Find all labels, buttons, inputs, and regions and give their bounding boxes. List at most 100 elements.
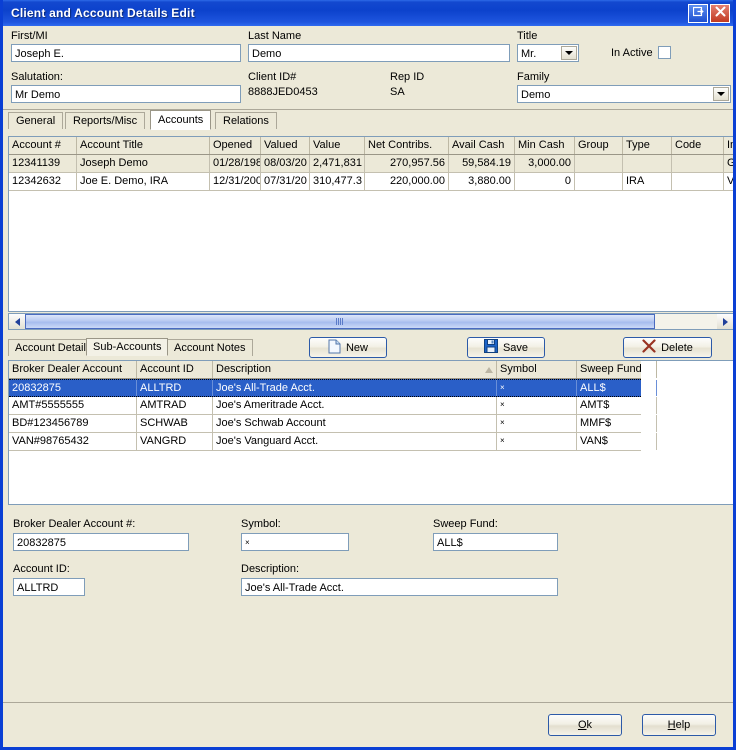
column-header[interactable]: Inv (724, 137, 734, 154)
list-item[interactable]: BD#123456789SCHWABJoe's Schwab Account×M… (9, 415, 641, 433)
table-cell: 08/03/20 (261, 155, 310, 172)
last-name-input[interactable]: Demo (248, 44, 510, 62)
list-item-cell: Joe's Ameritrade Acct. (213, 397, 497, 414)
client-id-value: 8888JED0453 (248, 86, 318, 98)
column-header[interactable]: Valued (261, 137, 310, 154)
table-cell: 12341139 (9, 155, 77, 172)
help-button[interactable]: Help (642, 714, 716, 736)
table-row[interactable]: 12341139Joseph Demo01/28/19808/03/202,47… (9, 155, 733, 173)
in-active-checkbox[interactable] (658, 46, 671, 59)
list-item-cell: ALL$ (577, 380, 657, 396)
list-item-cell: SCHWAB (137, 415, 213, 432)
list-item-cell: × (497, 380, 577, 396)
salutation-input[interactable]: Mr Demo (11, 85, 241, 103)
subaccounts-grid[interactable]: Broker Dealer AccountAccount IDDescripti… (8, 360, 734, 505)
table-cell: 12/31/200 (210, 173, 261, 190)
list-item[interactable]: 20832875ALLTRDJoe's All-Trade Acct.×ALL$ (9, 379, 641, 397)
tab-label: Relations (223, 115, 269, 127)
tab-accounts[interactable]: Accounts (150, 110, 211, 130)
ok-button[interactable]: Ok (548, 714, 622, 736)
column-header[interactable]: Min Cash (515, 137, 575, 154)
subtab-sub-accounts[interactable]: Sub-Accounts (86, 338, 168, 356)
column-header[interactable]: Net Contribs. (365, 137, 449, 154)
table-cell (575, 173, 623, 190)
account-id-input[interactable]: ALLTRD (13, 578, 85, 596)
chevron-down-icon[interactable] (713, 87, 729, 101)
list-item-cell: MMF$ (577, 415, 657, 432)
family-dropdown-value: Demo (521, 89, 550, 101)
restore-button[interactable] (688, 4, 708, 23)
column-header[interactable]: Sweep Fund (577, 361, 657, 378)
salutation-label: Salutation: (11, 71, 63, 83)
table-cell: VAL (724, 173, 734, 190)
list-item[interactable]: VAN#98765432VANGRDJoe's Vanguard Acct.×V… (9, 433, 641, 451)
list-item-cell: Joe's Schwab Account (213, 415, 497, 432)
last-name-label: Last Name (248, 30, 301, 42)
description-input[interactable]: Joe's All-Trade Acct. (241, 578, 558, 596)
tab-label: Accounts (158, 114, 203, 126)
first-mi-input[interactable]: Joseph E. (11, 44, 241, 62)
first-mi-label: First/MI (11, 30, 48, 42)
save-button[interactable]: Save (467, 337, 545, 358)
client-header-form: First/MI Joseph E. Last Name Demo Title … (3, 26, 733, 110)
column-header[interactable]: Group (575, 137, 623, 154)
title-dropdown[interactable]: Mr. (517, 44, 579, 62)
column-header[interactable]: Avail Cash (449, 137, 515, 154)
table-cell: 12342632 (9, 173, 77, 190)
column-header[interactable]: Account ID (137, 361, 213, 378)
title-bar: Client and Account Details Edit (3, 0, 733, 26)
scrollbar-track[interactable] (25, 314, 717, 329)
symbol-input[interactable]: × (241, 533, 349, 551)
list-item-cell: Joe's All-Trade Acct. (213, 380, 497, 396)
bd-account-input[interactable]: 20832875 (13, 533, 189, 551)
list-item-cell: 20832875 (9, 380, 137, 396)
subtab-account-notes[interactable]: Account Notes (167, 339, 253, 356)
accounts-grid-hscrollbar[interactable] (8, 313, 734, 330)
list-item-cell: VAN#98765432 (9, 433, 137, 450)
new-button[interactable]: New (309, 337, 387, 358)
list-item-cell: × (497, 397, 577, 414)
tab-reports-misc[interactable]: Reports/Misc (65, 112, 145, 129)
table-cell (575, 155, 623, 172)
column-header[interactable]: Broker Dealer Account (9, 361, 137, 378)
list-item[interactable]: AMT#5555555AMTRADJoe's Ameritrade Acct.×… (9, 397, 641, 415)
title-dropdown-value: Mr. (521, 48, 536, 60)
column-header[interactable]: Account # (9, 137, 77, 154)
column-header[interactable]: Type (623, 137, 672, 154)
close-button[interactable] (710, 4, 730, 23)
column-header[interactable]: Value (310, 137, 365, 154)
list-item-cell: AMT$ (577, 397, 657, 414)
chevron-down-icon[interactable] (561, 46, 577, 60)
list-item-cell: VANGRD (137, 433, 213, 450)
tab-label: Reports/Misc (73, 115, 137, 127)
client-id-label: Client ID# (248, 71, 296, 83)
subtab-label: Sub-Accounts (93, 341, 161, 353)
tab-relations[interactable]: Relations (215, 112, 277, 129)
accounts-grid[interactable]: Account #Account TitleOpenedValuedValueN… (8, 136, 734, 312)
chevron-right-icon (723, 318, 728, 326)
title-label: Title (517, 30, 537, 42)
column-header[interactable]: Code (672, 137, 724, 154)
scroll-left-button[interactable] (9, 314, 25, 329)
column-header[interactable]: Symbol (497, 361, 577, 378)
table-cell: 310,477.3 (310, 173, 365, 190)
list-item-cell: × (497, 415, 577, 432)
save-button-label: Save (503, 342, 528, 354)
scrollbar-thumb[interactable] (25, 314, 655, 329)
list-item-cell: × (497, 433, 577, 450)
restore-icon (693, 6, 704, 20)
scroll-right-button[interactable] (717, 314, 733, 329)
subtab-account-detail[interactable]: Account Detail (8, 339, 93, 356)
tab-general[interactable]: General (8, 112, 63, 129)
column-header[interactable]: Account Title (77, 137, 210, 154)
table-row[interactable]: 12342632Joe E. Demo, IRA12/31/20007/31/2… (9, 173, 733, 191)
sweep-fund-input[interactable]: ALL$ (433, 533, 558, 551)
family-label: Family (517, 71, 549, 83)
in-active-field[interactable]: In Active (611, 46, 671, 59)
sweep-fund-label: Sweep Fund: (433, 518, 498, 530)
family-dropdown[interactable]: Demo (517, 85, 731, 103)
accounts-grid-body: 12341139Joseph Demo01/28/19808/03/202,47… (9, 155, 733, 191)
delete-button[interactable]: Delete (623, 337, 712, 358)
column-header[interactable]: Description (213, 361, 497, 378)
column-header[interactable]: Opened (210, 137, 261, 154)
